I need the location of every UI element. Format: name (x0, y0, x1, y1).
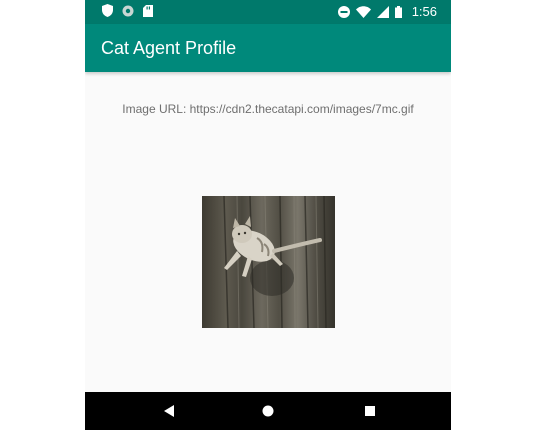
shield-icon (102, 4, 113, 17)
status-left-icons (102, 4, 153, 17)
settings-circle-icon (122, 5, 134, 17)
wifi-icon (355, 6, 371, 18)
home-circle-icon (262, 405, 274, 417)
main-content: Image URL: https://cdn2.thecatapi.com/im… (85, 72, 451, 392)
back-button[interactable] (162, 404, 176, 418)
status-right-icons: 1:56 (337, 4, 437, 20)
recents-square-icon (365, 406, 375, 416)
sd-card-icon (143, 4, 153, 17)
battery-icon (394, 6, 402, 18)
app-title: Cat Agent Profile (101, 38, 237, 58)
status-time: 1:56 (411, 4, 437, 19)
back-triangle-icon (164, 405, 174, 417)
app-bar: Cat Agent Profile (85, 24, 451, 72)
cat-image (202, 196, 335, 328)
do-not-disturb-icon (337, 6, 350, 18)
phone-screen: 1:56 Cat Agent Profile Image URL: https:… (85, 0, 451, 430)
recents-button[interactable] (363, 404, 377, 418)
status-bar: 1:56 (85, 0, 451, 24)
navigation-bar (85, 392, 451, 430)
home-button[interactable] (261, 404, 275, 418)
signal-icon (376, 6, 389, 18)
image-url-text: Image URL: https://cdn2.thecatapi.com/im… (122, 102, 414, 116)
